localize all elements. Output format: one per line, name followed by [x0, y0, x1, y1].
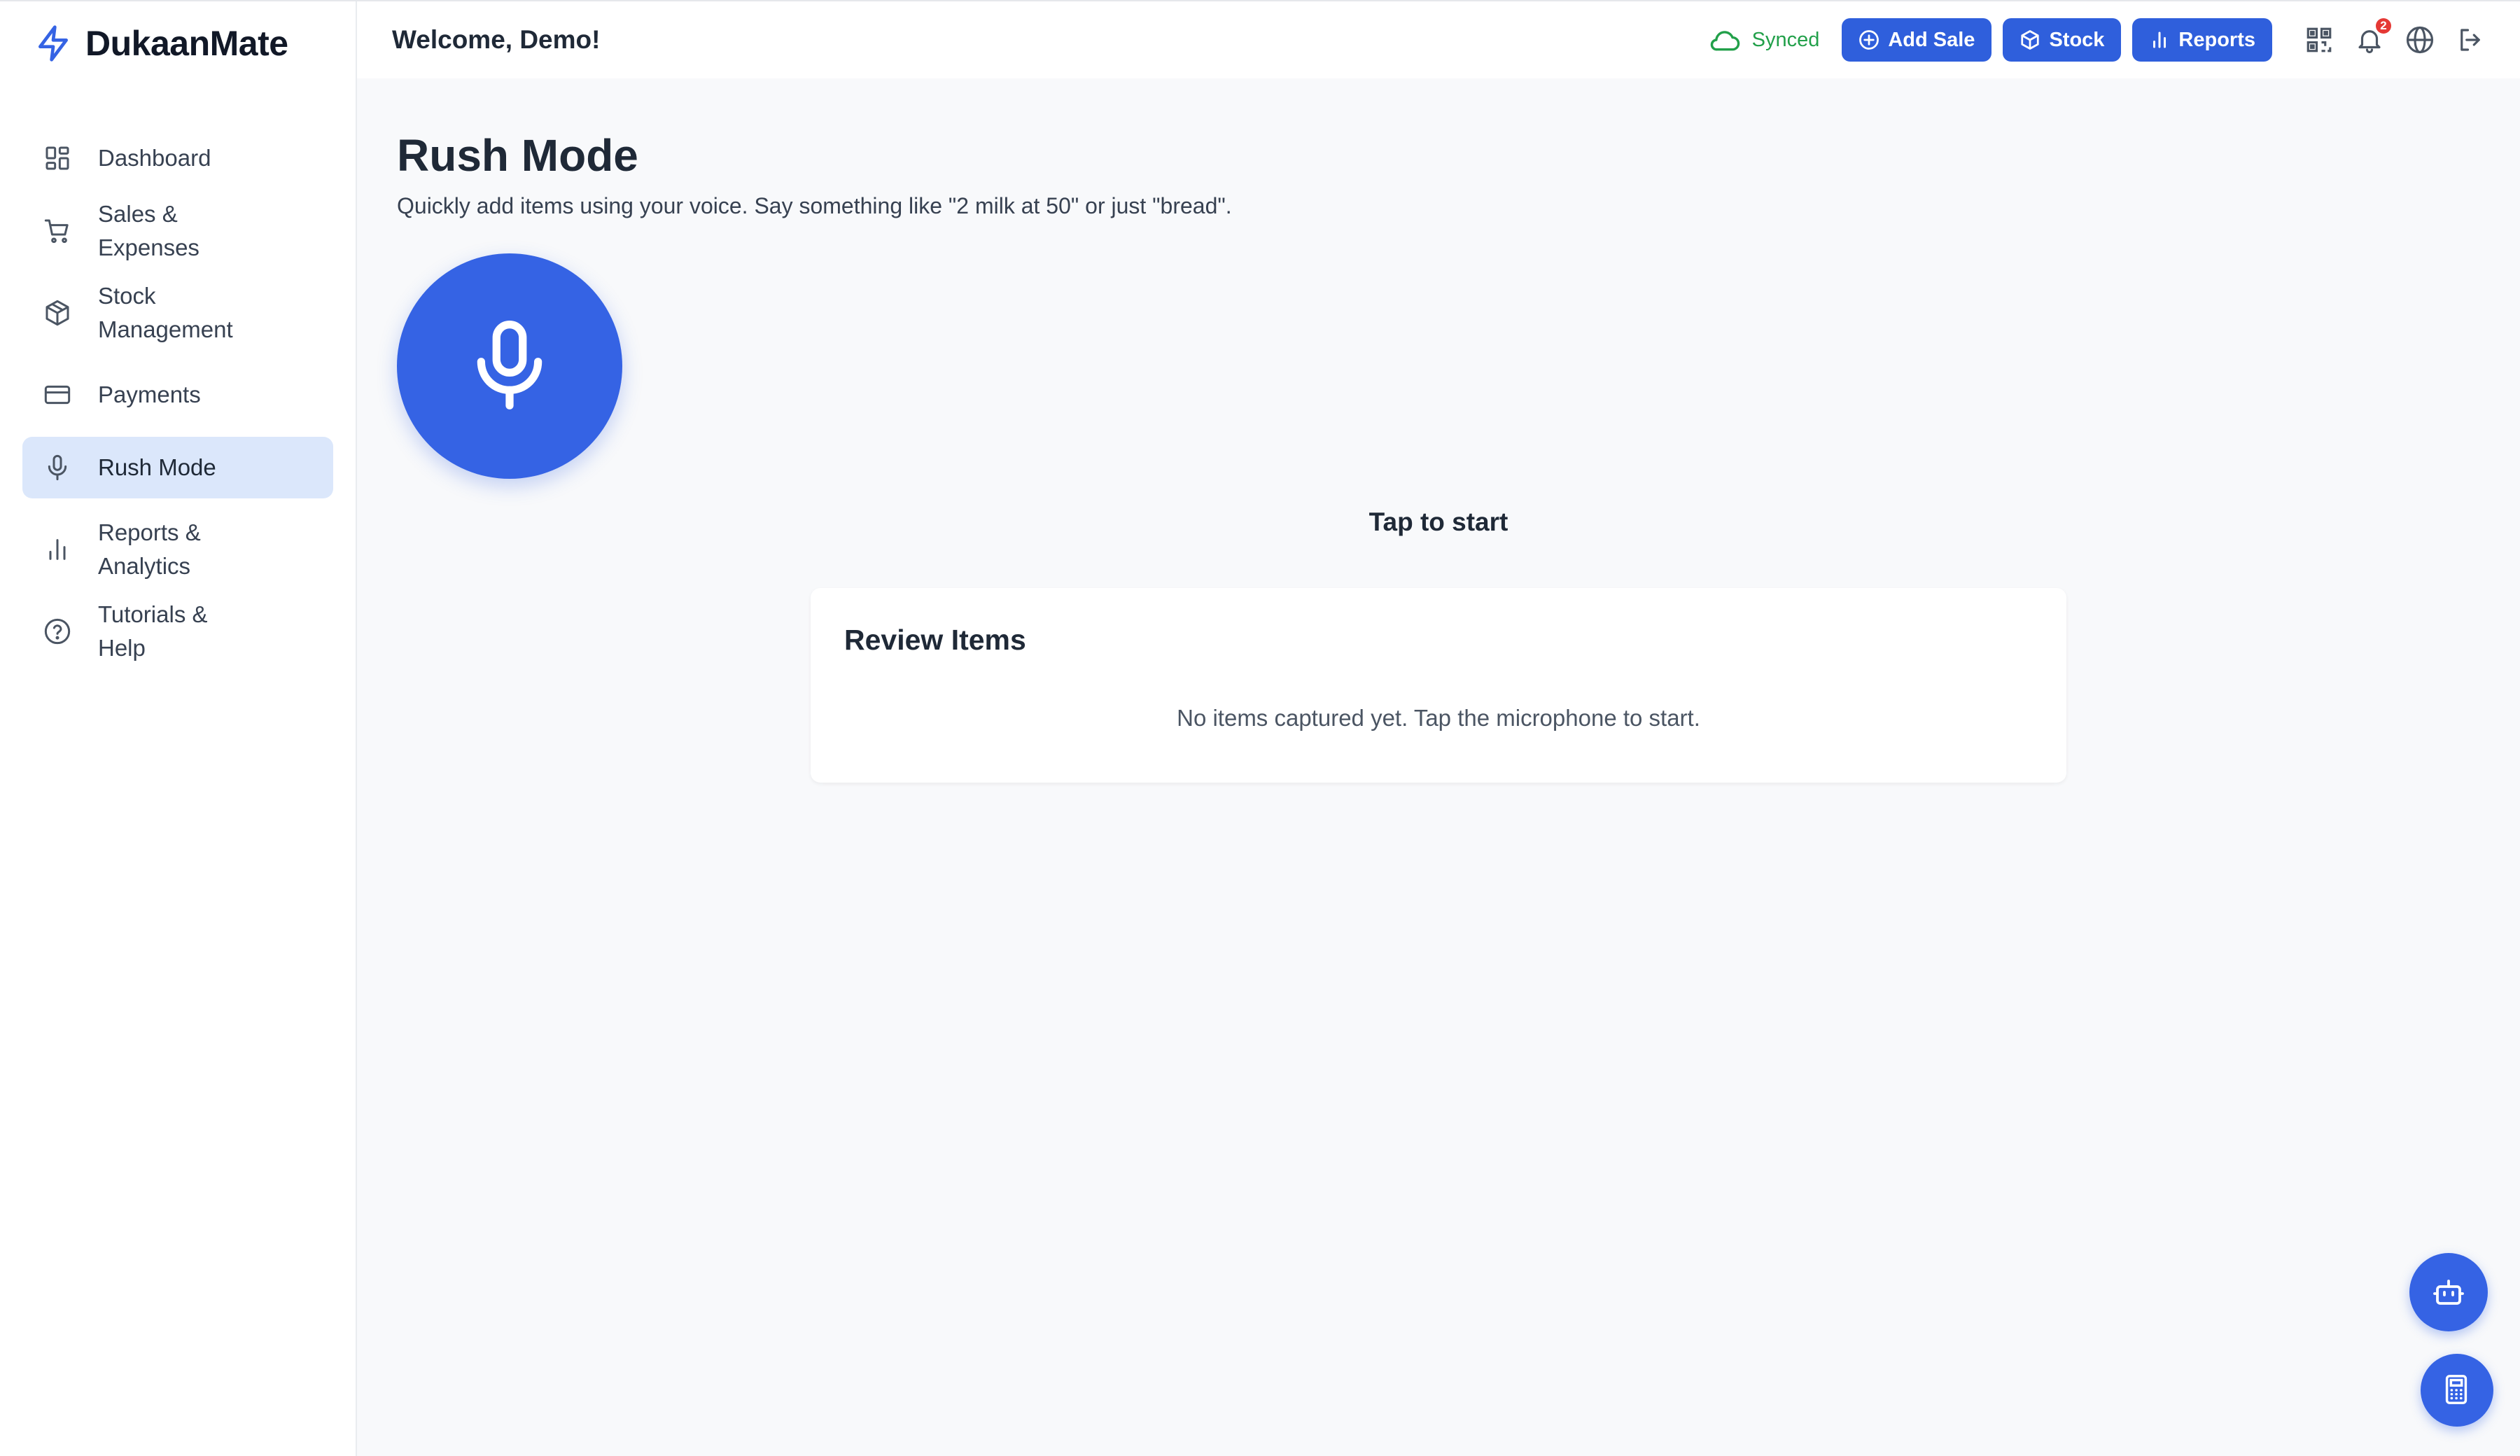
top-actions: Synced Add Sale Stock Reports 2 [1707, 18, 2485, 62]
review-empty-message: No items captured yet. Tap the microphon… [1177, 705, 1700, 731]
main-area: Welcome, Demo! Synced Add Sale Stock Rep… [357, 1, 2520, 1456]
assistant-bot-button[interactable] [2409, 1253, 2488, 1331]
sidebar-item-label: Stock Management [98, 283, 233, 342]
dashboard-icon [43, 144, 71, 172]
bar-chart-icon [2149, 29, 2170, 50]
cart-icon [43, 217, 71, 245]
help-circle-icon [43, 617, 71, 645]
notification-badge: 2 [2376, 18, 2391, 34]
qr-code-icon[interactable] [2304, 25, 2334, 55]
sidebar-item-label: Tutorials & Help [98, 601, 208, 661]
sidebar-item-rush-mode[interactable]: Rush Mode [22, 437, 333, 498]
sidebar-item-label: Reports & Analytics [98, 519, 201, 579]
box-icon [2019, 29, 2040, 50]
sidebar-item-label: Payments [98, 382, 201, 407]
plus-circle-icon [1858, 29, 1879, 50]
sidebar: DukaanMate Dashboard Sales & Expenses St… [0, 1, 357, 1456]
credit-card-icon [43, 381, 71, 409]
reports-label: Reports [2178, 28, 2255, 51]
reports-button[interactable]: Reports [2132, 18, 2272, 62]
robot-icon [2432, 1275, 2465, 1309]
page-content: Rush Mode Quickly add items using your v… [357, 78, 2520, 783]
stock-label: Stock [2049, 28, 2105, 51]
add-sale-label: Add Sale [1888, 28, 1975, 51]
sync-status-label: Synced [1751, 28, 1820, 51]
lightning-bolt-icon [34, 24, 73, 63]
app-window: DukaanMate Dashboard Sales & Expenses St… [0, 0, 2520, 1456]
mic-icon [43, 454, 71, 482]
sidebar-item-label: Dashboard [98, 145, 211, 171]
logout-icon[interactable] [2456, 25, 2485, 55]
page-subtitle: Quickly add items using your voice. Say … [397, 193, 1232, 218]
sidebar-item-sales-expenses[interactable]: Sales & Expenses [22, 200, 333, 262]
sync-status: Synced [1707, 26, 1820, 54]
sidebar-item-stock-management[interactable]: Stock Management [22, 273, 333, 353]
microphone-icon [457, 314, 562, 419]
welcome-text: Welcome, Demo! [392, 25, 601, 54]
review-items-title: Review Items [844, 624, 1026, 656]
sidebar-item-tutorials-help[interactable]: Tutorials & Help [22, 601, 333, 662]
bell-icon[interactable]: 2 [2355, 18, 2391, 55]
sidebar-item-label: Sales & Expenses [98, 201, 200, 260]
brand-name: DukaanMate [85, 24, 288, 63]
brand[interactable]: DukaanMate [0, 1, 356, 85]
review-items-card: Review Items No items captured yet. Tap … [811, 588, 2066, 783]
sidebar-item-reports-analytics[interactable]: Reports & Analytics [22, 510, 333, 589]
sidebar-item-dashboard[interactable]: Dashboard [22, 127, 333, 189]
sidebar-item-label: Rush Mode [98, 454, 216, 480]
sidebar-item-payments[interactable]: Payments [22, 364, 333, 426]
page-title: Rush Mode [397, 130, 638, 181]
top-bar: Welcome, Demo! Synced Add Sale Stock Rep… [357, 1, 2520, 78]
stock-button[interactable]: Stock [2003, 18, 2122, 62]
calculator-button[interactable] [2421, 1354, 2493, 1427]
tap-to-start-label: Tap to start [1368, 507, 1508, 536]
sidebar-nav: Dashboard Sales & Expenses Stock Managem… [0, 127, 356, 662]
calculator-icon [2440, 1373, 2474, 1407]
box-icon [43, 299, 71, 327]
mic-record-button[interactable] [397, 253, 622, 479]
globe-icon[interactable] [2405, 25, 2435, 55]
bar-chart-icon [43, 536, 71, 564]
cloud-icon [1707, 26, 1741, 54]
add-sale-button[interactable]: Add Sale [1842, 18, 1992, 62]
